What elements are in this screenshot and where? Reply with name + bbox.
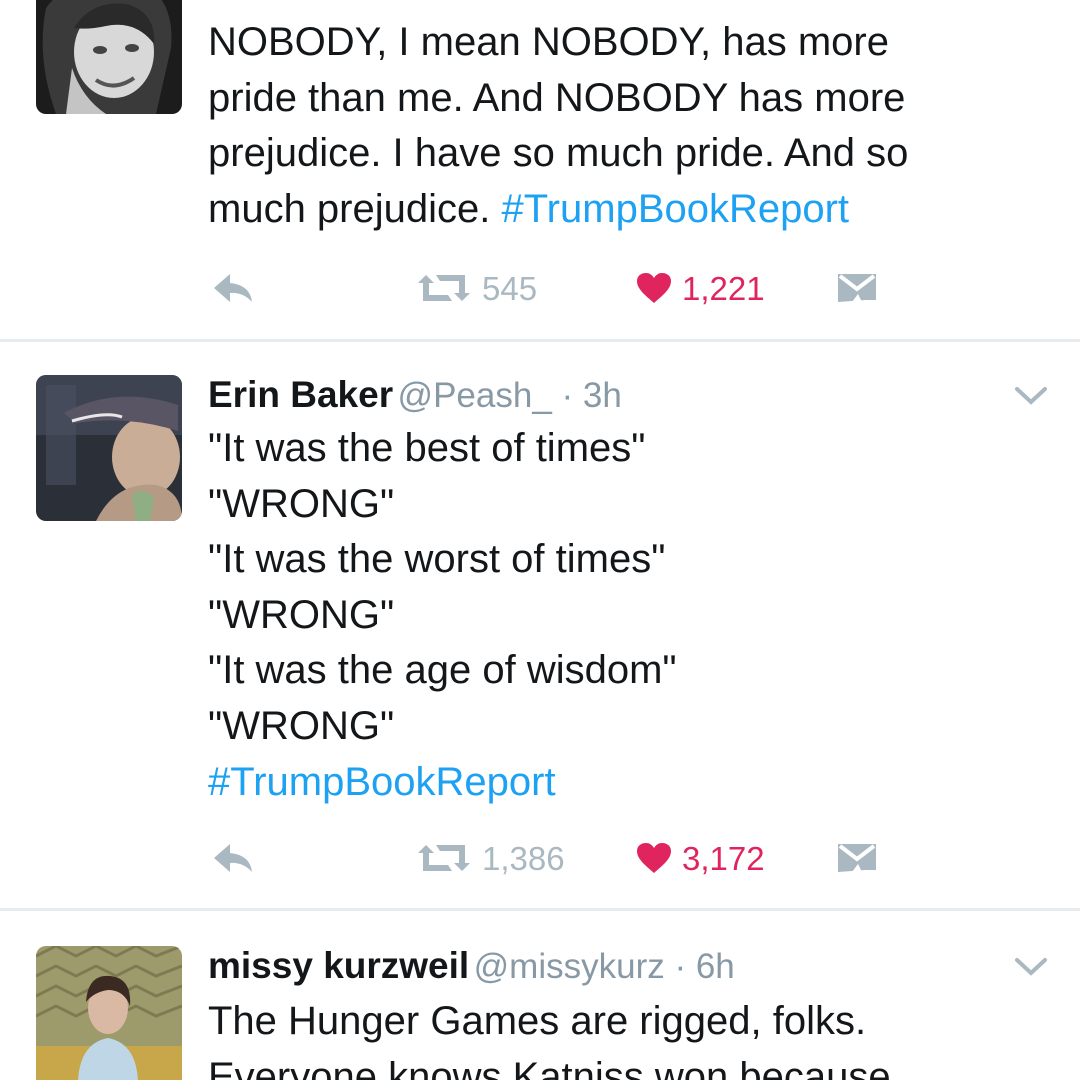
separator-dot: ·: [664, 947, 696, 986]
reply-icon: [214, 274, 252, 302]
chevron-down-icon[interactable]: [1014, 384, 1048, 408]
user-display-name[interactable]: Erin Baker: [208, 374, 393, 415]
user-handle[interactable]: @Peash_: [398, 376, 552, 415]
tweet-timestamp: 3h: [582, 376, 622, 415]
tweet-text: The Hunger Games are rigged, folks. Ever…: [208, 994, 891, 1080]
separator-dot: ·: [551, 376, 583, 415]
hashtag-link[interactable]: #TrumpBookReport: [208, 760, 556, 804]
tweet-header: missy kurzweil @missykurz · 6h: [208, 947, 735, 984]
tweet-text-line: NOBODY, I mean NOBODY, has more: [208, 20, 889, 64]
tweet-header: Erin Baker @Peash_ · 3h: [208, 376, 622, 413]
tweet-text-fragment: much prejudice.: [208, 186, 502, 231]
tweet-text-line: "It was the worst of times": [208, 537, 666, 582]
hashtag-link[interactable]: #TrumpBookReport: [501, 187, 849, 231]
retweet-button[interactable]: 545: [416, 266, 537, 310]
tweet-text: NOBODY, I mean NOBODY, has more pride th…: [208, 15, 908, 237]
tweet-text-line: prejudice. I have so much pride. And so: [208, 131, 909, 176]
reply-button[interactable]: [210, 266, 254, 310]
tweet-text-line: "It was the best of times": [208, 426, 646, 470]
tweet-actions: 545 1,221: [0, 266, 1080, 310]
reply-button[interactable]: [210, 836, 254, 880]
tweet-timestamp: 6h: [695, 947, 735, 986]
avatar[interactable]: [36, 946, 182, 1080]
chevron-down-icon[interactable]: [1014, 955, 1048, 979]
avatar[interactable]: [36, 0, 182, 114]
avatar[interactable]: [36, 375, 182, 521]
heart-icon: [637, 273, 671, 303]
reply-icon: [214, 844, 252, 872]
tweet[interactable]: missy kurzweil @missykurz · 6h The Hunge…: [0, 911, 1080, 1080]
direct-message-button[interactable]: [836, 836, 878, 880]
tweet-text-line: pride than me. And NOBODY has more: [208, 75, 906, 120]
tweet-text-line: #TrumpBookReport: [208, 755, 677, 811]
like-count: 3,172: [682, 839, 765, 877]
tweet-text-line: "WRONG": [208, 481, 395, 526]
tweet-text: "It was the best of times" "WRONG" "It w…: [208, 421, 677, 810]
heart-icon: [637, 843, 671, 873]
like-button[interactable]: 3,172: [636, 836, 765, 880]
retweet-count: 545: [482, 269, 538, 307]
user-display-name[interactable]: missy kurzweil: [208, 945, 469, 986]
tweet-text-line: The Hunger Games are rigged, folks.: [208, 999, 867, 1043]
user-handle[interactable]: @missykurz: [474, 947, 665, 986]
like-count: 1,221: [682, 269, 765, 307]
tweet[interactable]: Erin Baker @Peash_ · 3h "It was the best…: [0, 342, 1080, 908]
direct-message-button[interactable]: [836, 266, 878, 310]
tweet-text-line: Everyone knows Katniss won because: [208, 1054, 891, 1080]
tweet-text-line: "It was the age of wisdom": [208, 648, 677, 693]
retweet-icon: [418, 275, 470, 301]
tweet-text-line: "WRONG": [208, 703, 395, 748]
retweet-icon: [418, 845, 470, 871]
like-button[interactable]: 1,221: [636, 266, 765, 310]
tweet[interactable]: NOBODY, I mean NOBODY, has more pride th…: [0, 0, 1080, 340]
tweet-text-line: much prejudice. #TrumpBookReport: [208, 182, 908, 238]
direct-message-icon: [838, 274, 876, 302]
retweet-count: 1,386: [482, 839, 565, 877]
tweet-actions: 1,386 3,172: [0, 836, 1080, 880]
direct-message-icon: [838, 844, 876, 872]
tweet-text-line: "WRONG": [208, 592, 395, 637]
retweet-button[interactable]: 1,386: [416, 836, 565, 880]
